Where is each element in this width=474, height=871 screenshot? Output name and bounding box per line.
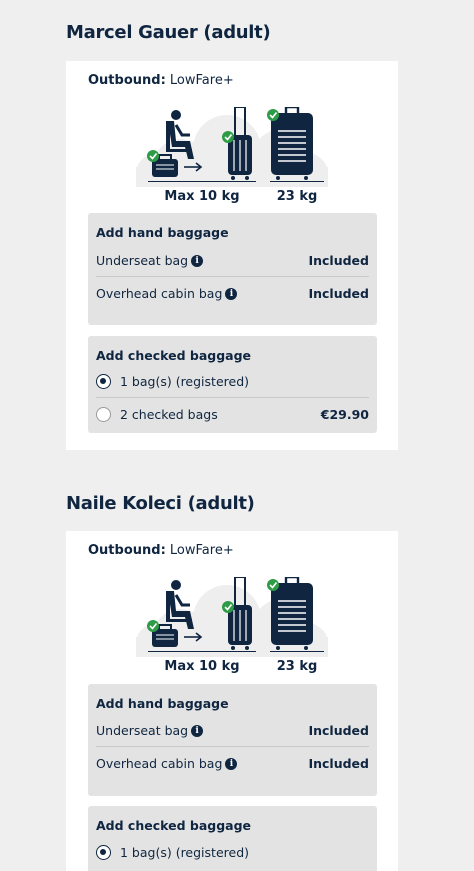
radio-button[interactable] xyxy=(96,374,111,389)
hand-weight-divider xyxy=(148,181,256,182)
outbound-label: Outbound: xyxy=(88,73,166,88)
passenger-section-2: Naile Koleci (adult) Outbound: LowFare+ … xyxy=(66,493,398,871)
radio-button[interactable] xyxy=(96,407,111,422)
overhead-bag-row: Overhead cabin bag i Included xyxy=(96,748,369,780)
underseat-bag-status: Included xyxy=(308,253,369,268)
underseat-bag-status: Included xyxy=(308,723,369,738)
overhead-bag-status: Included xyxy=(308,756,369,771)
overhead-bag-label: Overhead cabin bag xyxy=(96,286,223,301)
info-icon[interactable]: i xyxy=(225,287,238,300)
checked-option-row[interactable]: 2 checked bags €29.90 xyxy=(96,399,369,431)
hand-baggage-title: Add hand baggage xyxy=(96,696,229,711)
info-icon[interactable]: i xyxy=(191,254,204,267)
checked-option-label: 2 checked bags xyxy=(120,407,218,422)
overhead-bag-status: Included xyxy=(308,286,369,301)
checked-baggage-title: Add checked baggage xyxy=(96,348,252,363)
checked-baggage-panel: Add checked baggage 1 bag(s) (registered… xyxy=(88,336,377,433)
overhead-bag-label: Overhead cabin bag xyxy=(96,756,223,771)
checked-option-row[interactable]: 1 bag(s) (registered) xyxy=(96,837,369,869)
checked-weight-divider xyxy=(270,181,324,182)
checked-option-label: 1 bag(s) (registered) xyxy=(120,845,250,860)
baggage-illustration xyxy=(134,577,330,657)
baggage-weights: Max 10 kg 23 kg xyxy=(148,649,328,679)
checked-weight-divider xyxy=(270,651,324,652)
info-icon[interactable]: i xyxy=(225,757,238,770)
info-icon[interactable]: i xyxy=(191,724,204,737)
hand-weight-label: Max 10 kg xyxy=(164,659,240,674)
hand-baggage-panel: Add hand baggage Underseat bag i Include… xyxy=(88,213,377,325)
underseat-bag-label: Underseat bag xyxy=(96,723,189,738)
checked-option-row[interactable]: 1 bag(s) (registered) xyxy=(96,366,369,398)
baggage-card: Outbound: LowFare+ Max 10 kg 23 kg Add h… xyxy=(66,61,398,450)
fare-name: LowFare+ xyxy=(169,73,234,88)
fare-name: LowFare+ xyxy=(169,543,234,558)
baggage-illustration xyxy=(134,107,330,187)
checked-weight-label: 23 kg xyxy=(276,659,318,674)
overhead-bag-row: Overhead cabin bag i Included xyxy=(96,278,369,310)
hand-baggage-title: Add hand baggage xyxy=(96,225,229,240)
baggage-card: Outbound: LowFare+ Max 10 kg 23 kg Add h… xyxy=(66,531,398,871)
underseat-bag-row: Underseat bag i Included xyxy=(96,715,369,747)
checked-baggage-title: Add checked baggage xyxy=(96,818,252,833)
checked-baggage-panel: Add checked baggage 1 bag(s) (registered… xyxy=(88,806,377,871)
outbound-info: Outbound: LowFare+ xyxy=(88,543,234,558)
hand-weight-divider xyxy=(148,651,256,652)
underseat-bag-row: Underseat bag i Included xyxy=(96,245,369,277)
underseat-bag-label: Underseat bag xyxy=(96,253,189,268)
checked-option-price: €29.90 xyxy=(320,407,369,422)
passenger-name: Naile Koleci (adult) xyxy=(66,493,255,514)
radio-button[interactable] xyxy=(96,845,111,860)
checked-weight-label: 23 kg xyxy=(276,189,318,204)
checked-option-label: 1 bag(s) (registered) xyxy=(120,374,250,389)
hand-baggage-panel: Add hand baggage Underseat bag i Include… xyxy=(88,684,377,796)
baggage-weights: Max 10 kg 23 kg xyxy=(148,179,328,209)
hand-weight-label: Max 10 kg xyxy=(164,189,240,204)
outbound-label: Outbound: xyxy=(88,543,166,558)
passenger-section-1: Marcel Gauer (adult) Outbound: LowFare+ … xyxy=(66,22,398,450)
outbound-info: Outbound: LowFare+ xyxy=(88,73,234,88)
passenger-name: Marcel Gauer (adult) xyxy=(66,22,271,43)
